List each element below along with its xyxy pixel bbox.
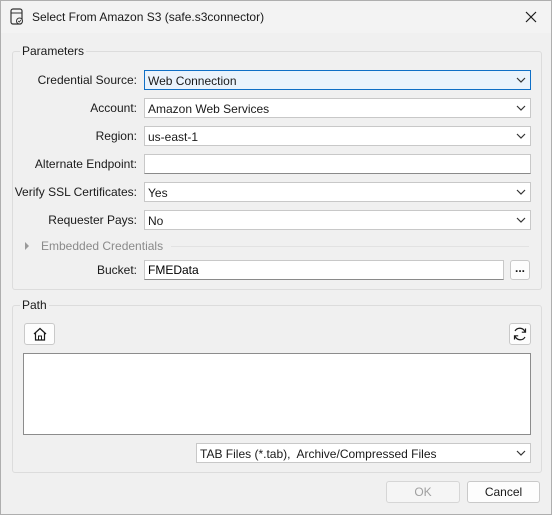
- chevron-down-icon: [516, 77, 526, 83]
- close-icon: [525, 11, 537, 23]
- home-button[interactable]: [24, 323, 55, 345]
- file-list[interactable]: [23, 353, 531, 435]
- refresh-button[interactable]: [509, 323, 531, 345]
- cancel-button-label: Cancel: [484, 485, 523, 499]
- file-filter-value: TAB Files (*.tab), Archive/Compressed Fi…: [200, 447, 437, 461]
- bucket-browse-label: ...: [514, 261, 525, 275]
- ok-button-label: OK: [414, 485, 432, 499]
- region-label: Region:: [95, 129, 137, 143]
- chevron-right-icon: [25, 242, 29, 250]
- parameters-group-title: Parameters: [20, 44, 87, 58]
- title-bar: Select From Amazon S3 (safe.s3connector): [1, 1, 551, 33]
- chevron-down-icon: [516, 105, 526, 111]
- chevron-down-icon: [516, 450, 526, 456]
- bucket-label: Bucket:: [96, 263, 137, 277]
- requester-pays-label: Requester Pays:: [48, 213, 137, 227]
- alternate-endpoint-label: Alternate Endpoint:: [34, 157, 137, 171]
- requester-pays-value: No: [148, 214, 164, 228]
- path-group-title: Path: [20, 298, 49, 312]
- requester-pays-select[interactable]: No: [144, 210, 531, 230]
- s3-connector-app-icon: [10, 8, 23, 25]
- home-icon: [33, 327, 46, 341]
- account-select[interactable]: Amazon Web Services: [144, 98, 531, 118]
- bucket-input[interactable]: [144, 260, 504, 280]
- file-filter-select[interactable]: TAB Files (*.tab), Archive/Compressed Fi…: [196, 443, 531, 463]
- alternate-endpoint-input[interactable]: [144, 154, 531, 174]
- verify-ssl-label: Verify SSL Certificates:: [14, 185, 137, 199]
- credential-source-value: Web Connection: [148, 74, 237, 88]
- window-title: Select From Amazon S3 (safe.s3connector): [32, 10, 265, 24]
- close-button[interactable]: [511, 1, 551, 33]
- credential-source-label: Credential Source:: [37, 73, 137, 87]
- verify-ssl-value: Yes: [148, 186, 168, 200]
- embedded-credentials-divider: [171, 246, 529, 247]
- verify-ssl-select[interactable]: Yes: [144, 182, 531, 202]
- ok-button[interactable]: OK: [386, 481, 460, 503]
- region-value: us-east-1: [148, 130, 199, 144]
- bucket-browse-button[interactable]: ...: [510, 260, 530, 280]
- embedded-credentials-expander[interactable]: Embedded Credentials: [23, 239, 173, 255]
- refresh-icon: [513, 327, 527, 341]
- region-select[interactable]: us-east-1: [144, 126, 531, 146]
- dialog-window: Select From Amazon S3 (safe.s3connector)…: [0, 0, 552, 515]
- account-label: Account:: [90, 101, 137, 115]
- chevron-down-icon: [516, 133, 526, 139]
- credential-source-select[interactable]: Web Connection: [144, 70, 531, 90]
- chevron-down-icon: [516, 189, 526, 195]
- embedded-credentials-label: Embedded Credentials: [41, 239, 164, 253]
- cancel-button[interactable]: Cancel: [467, 481, 540, 503]
- chevron-down-icon: [516, 217, 526, 223]
- account-value: Amazon Web Services: [148, 102, 270, 116]
